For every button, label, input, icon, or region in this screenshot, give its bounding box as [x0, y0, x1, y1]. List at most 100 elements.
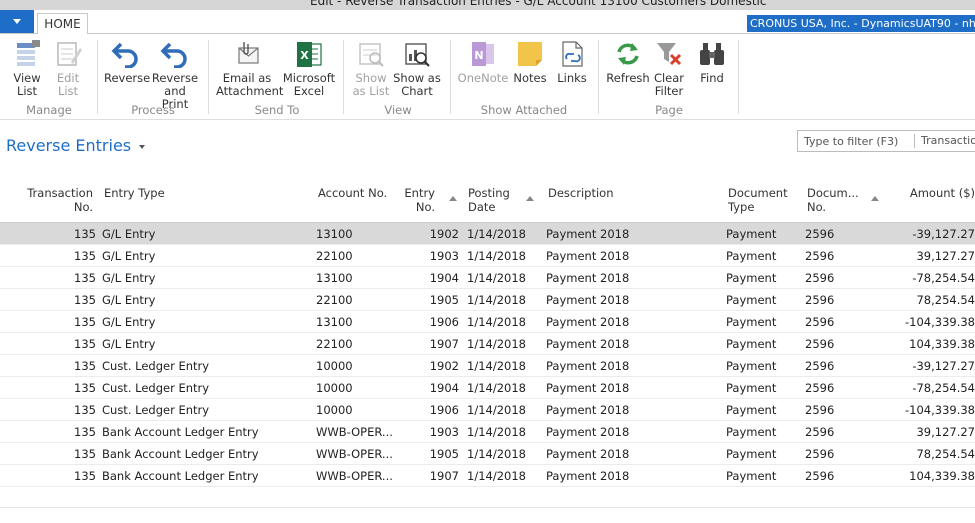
- cell-document-type: Payment: [726, 381, 777, 395]
- edit-list-icon: [53, 40, 83, 68]
- table-row[interactable]: 135 G/L Entry 13100 1902 1/14/2018 Payme…: [0, 223, 975, 245]
- cell-entry-no: 1907: [429, 469, 459, 483]
- header-text: Entry: [404, 186, 435, 200]
- reverse-and-print-button[interactable]: Reverse and Print: [150, 40, 200, 111]
- table-row[interactable]: 135 G/L Entry 22100 1905 1/14/2018 Payme…: [0, 289, 975, 311]
- group-separator: [208, 40, 209, 114]
- cell-transaction-no: 135: [74, 337, 96, 351]
- sort-ascending-icon: [871, 196, 879, 201]
- notes-button[interactable]: Notes: [512, 40, 548, 85]
- view-list-label-2: List: [16, 84, 38, 98]
- cell-entry-no: 1907: [429, 337, 459, 351]
- ribbon-tabstrip: HOME CRONUS USA, Inc. - DynamicsUAT90 - …: [0, 10, 975, 35]
- refresh-label: Refresh: [606, 71, 650, 85]
- cell-transaction-no: 135: [74, 403, 96, 417]
- notes-icon: [515, 40, 545, 68]
- cell-entry-type: G/L Entry: [102, 337, 156, 351]
- cell-description: Payment 2018: [546, 425, 630, 439]
- column-header-entry-type[interactable]: Entry Type: [104, 186, 165, 222]
- cell-entry-type: G/L Entry: [102, 315, 156, 329]
- filter-box: Transaction No.: [797, 130, 975, 152]
- cell-document-no: 2596: [805, 403, 835, 417]
- find-label: Find: [700, 71, 724, 85]
- microsoft-excel-button[interactable]: X Microsoft Excel: [282, 40, 336, 98]
- cell-entry-no: 1903: [429, 249, 459, 263]
- cell-account-no: 22100: [316, 337, 353, 351]
- cell-entry-no: 1903: [429, 425, 459, 439]
- cell-entry-type: Cust. Ledger Entry: [102, 381, 210, 395]
- tab-home[interactable]: HOME: [37, 13, 88, 35]
- cell-amount: 78,254.54: [916, 447, 975, 461]
- cell-entry-no: 1904: [429, 381, 459, 395]
- header-text: No.: [73, 200, 93, 214]
- grid-bottom-divider: [0, 507, 975, 508]
- onenote-button[interactable]: N OneNote: [457, 40, 509, 85]
- cell-document-no: 2596: [805, 359, 835, 373]
- table-row[interactable]: 135 G/L Entry 22100 1903 1/14/2018 Payme…: [0, 245, 975, 267]
- page-title[interactable]: Reverse Entries: [6, 136, 146, 155]
- table-row[interactable]: 135 Cust. Ledger Entry 10000 1904 1/14/2…: [0, 377, 975, 399]
- cell-posting-date: 1/14/2018: [467, 337, 526, 351]
- cell-entry-no: 1904: [429, 271, 459, 285]
- cell-entry-type: Bank Account Ledger Entry: [102, 469, 259, 483]
- table-row[interactable]: 135 G/L Entry 22100 1907 1/14/2018 Payme…: [0, 333, 975, 355]
- header-text: Type: [728, 200, 755, 214]
- table-row[interactable]: 135 Bank Account Ledger Entry WWB-OPER..…: [0, 465, 975, 487]
- header-text: Transaction: [27, 186, 93, 200]
- group-process-label: Process: [131, 103, 175, 117]
- application-menu-button[interactable]: [0, 10, 34, 33]
- show-chart-label-1: Show as: [393, 71, 441, 85]
- company-indicator[interactable]: CRONUS USA, Inc. - DynamicsUAT90 - nhd16: [747, 15, 975, 32]
- table-row[interactable]: 135 Cust. Ledger Entry 10000 1906 1/14/2…: [0, 399, 975, 421]
- show-as-chart-button[interactable]: Show as Chart: [393, 40, 441, 98]
- cell-amount: -104,339.38: [905, 315, 975, 329]
- clear-filter-label-2: Filter: [654, 84, 684, 98]
- refresh-button[interactable]: Refresh: [606, 40, 650, 85]
- email-label-2: Attachment: [216, 84, 284, 98]
- cell-posting-date: 1/14/2018: [467, 359, 526, 373]
- cell-entry-type: Cust. Ledger Entry: [102, 359, 210, 373]
- table-row[interactable]: 135 G/L Entry 13100 1906 1/14/2018 Payme…: [0, 311, 975, 333]
- cell-document-no: 2596: [805, 271, 835, 285]
- links-button[interactable]: Links: [555, 40, 589, 85]
- column-header-description[interactable]: Description: [548, 186, 614, 222]
- email-attachment-icon: [232, 40, 262, 68]
- cell-account-no: 10000: [316, 381, 353, 395]
- filter-input[interactable]: [798, 131, 914, 151]
- table-row[interactable]: 135 Bank Account Ledger Entry WWB-OPER..…: [0, 443, 975, 465]
- filter-field-selector[interactable]: Transaction No.: [921, 134, 975, 147]
- group-separator: [343, 40, 344, 114]
- group-send-to-label: Send To: [254, 103, 300, 117]
- filter-divider: [914, 134, 915, 148]
- cell-document-no: 2596: [805, 315, 835, 329]
- cell-document-type: Payment: [726, 271, 777, 285]
- clear-filter-button[interactable]: Clear Filter: [651, 40, 687, 98]
- table-row[interactable]: 135 Bank Account Ledger Entry WWB-OPER..…: [0, 421, 975, 443]
- cell-amount: 39,127.27: [916, 425, 975, 439]
- column-header-document-type[interactable]: Document Type: [728, 186, 788, 222]
- group-manage-label: Manage: [26, 103, 72, 117]
- cell-entry-no: 1905: [429, 293, 459, 307]
- column-header-document-no[interactable]: Docum... No.: [807, 186, 887, 222]
- column-header-transaction-no[interactable]: Transaction No.: [0, 186, 93, 222]
- cell-account-no: 10000: [316, 359, 353, 373]
- column-header-entry-no[interactable]: Entry No.: [400, 186, 459, 222]
- column-header-posting-date[interactable]: Posting Date: [468, 186, 542, 222]
- cell-description: Payment 2018: [546, 315, 630, 329]
- cell-amount: -78,254.54: [912, 381, 975, 395]
- show-as-list-button[interactable]: Show as List: [352, 40, 390, 98]
- table-row[interactable]: 135 Cust. Ledger Entry 10000 1902 1/14/2…: [0, 355, 975, 377]
- cell-description: Payment 2018: [546, 249, 630, 263]
- column-header-account-no[interactable]: Account No.: [318, 186, 387, 222]
- cell-amount: -104,339.38: [905, 403, 975, 417]
- cell-transaction-no: 135: [74, 381, 96, 395]
- find-button[interactable]: Find: [695, 40, 729, 85]
- edit-list-button[interactable]: Edit List: [50, 40, 86, 98]
- reverse-button[interactable]: Reverse: [104, 40, 150, 85]
- view-list-button[interactable]: View List: [8, 40, 46, 98]
- cell-document-type: Payment: [726, 447, 777, 461]
- column-header-amount[interactable]: Amount ($): [895, 186, 975, 222]
- table-row[interactable]: 135 G/L Entry 13100 1904 1/14/2018 Payme…: [0, 267, 975, 289]
- email-as-attachment-button[interactable]: Email as Attachment: [216, 40, 283, 98]
- undo-arrow-icon: [160, 40, 190, 69]
